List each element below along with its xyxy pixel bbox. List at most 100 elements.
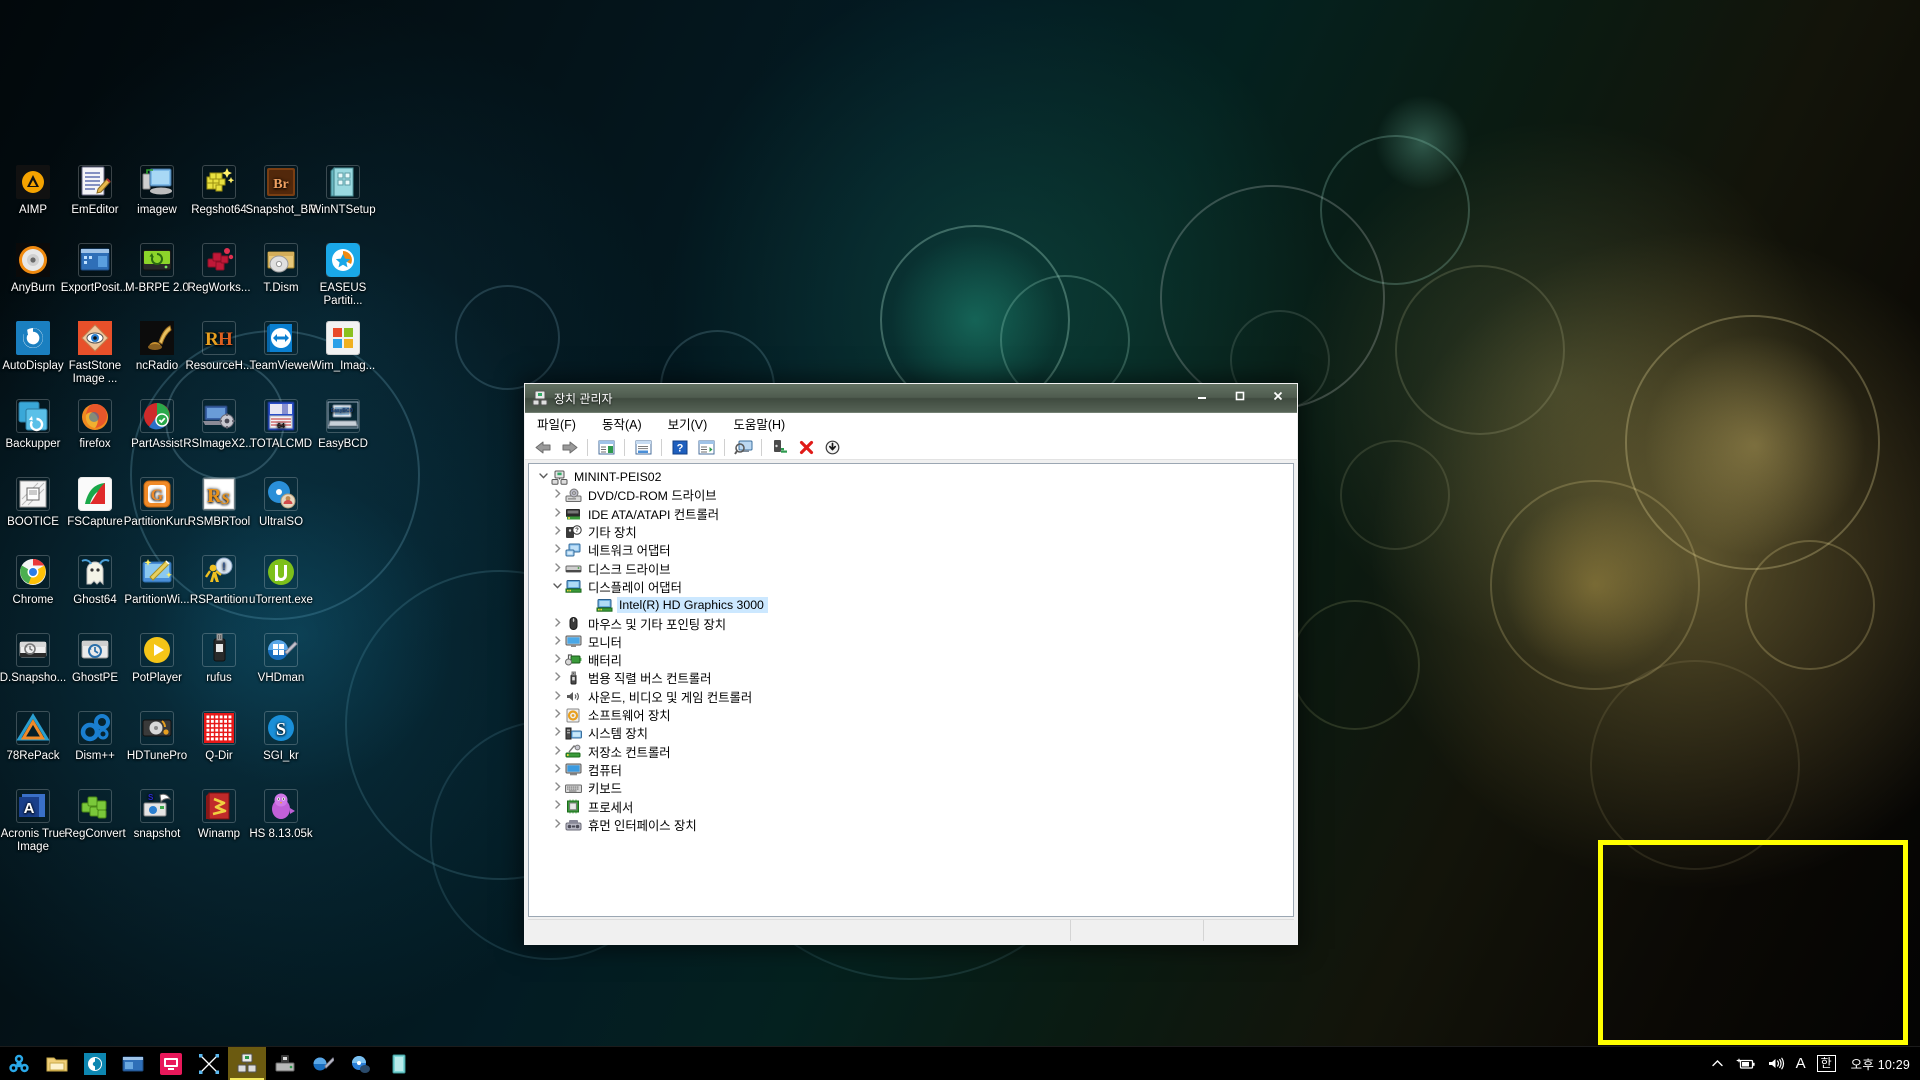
desktop-icon-ultraiso[interactable]: UltraISO xyxy=(242,477,320,529)
chevron-right-icon[interactable] xyxy=(549,617,565,631)
desktop-icon-easybcd[interactable]: EasyBCD EasyBCD xyxy=(304,399,382,451)
toolbar-separator xyxy=(661,438,662,456)
taskbar-selection-tool[interactable] xyxy=(190,1047,228,1080)
tree-node[interactable]: 디스크 드라이브 xyxy=(535,559,1293,577)
hdtunepro-icon xyxy=(140,711,174,745)
desktop-icon-utorrent[interactable]: uTorrent.exe xyxy=(242,555,320,607)
tree-node[interactable]: ? 기타 장치 xyxy=(535,523,1293,541)
tree-node[interactable]: 네트워크 어댑터 xyxy=(535,541,1293,559)
show-hide-console-tree-button[interactable] xyxy=(594,436,618,458)
desktop-icon-wim-imager[interactable]: Wim_Imag... xyxy=(304,321,382,373)
device-tree-pane[interactable]: MININT-PEIS02 DVD/CD-ROM 드라이브 IDE ATA/ATAP… xyxy=(528,463,1294,917)
taskbar-gray-device[interactable] xyxy=(266,1047,304,1080)
ime-alpha-icon[interactable]: A xyxy=(1796,1055,1806,1072)
chevron-right-icon[interactable] xyxy=(549,763,565,777)
battery-plug-icon[interactable] xyxy=(1736,1056,1756,1071)
chevron-right-icon[interactable] xyxy=(549,726,565,740)
chevron-right-icon[interactable] xyxy=(549,745,565,759)
device-tree[interactable]: MININT-PEIS02 DVD/CD-ROM 드라이브 IDE ATA/ATAP… xyxy=(529,464,1293,834)
drive-snapshot-icon xyxy=(16,633,50,667)
taskbar[interactable]: A 한 오후 10:29 xyxy=(0,1046,1920,1080)
window-toolbar[interactable]: ? xyxy=(525,435,1297,460)
tree-node[interactable]: 휴먼 인터페이스 장치 xyxy=(535,816,1293,834)
update-driver-button[interactable] xyxy=(768,436,792,458)
chevron-down-icon[interactable] xyxy=(549,580,565,594)
tree-node[interactable]: 컴퓨터 xyxy=(535,761,1293,779)
selection-handles-icon xyxy=(198,1053,220,1075)
statusbar-pane-3 xyxy=(1204,920,1294,941)
tree-node[interactable]: 디스플레이 어댑터 xyxy=(535,578,1293,596)
chevron-right-icon[interactable] xyxy=(549,562,565,576)
taskbar-pink-monitor[interactable] xyxy=(152,1047,190,1080)
taskbar-explorer[interactable] xyxy=(38,1047,76,1080)
tree-node[interactable]: 키보드 xyxy=(535,779,1293,797)
menu-help[interactable]: 도움말(H) xyxy=(731,412,795,435)
window-titlebar[interactable]: 장치 관리자 xyxy=(525,384,1297,413)
menu-view[interactable]: 보기(V) xyxy=(666,412,718,435)
taskbar-clock[interactable]: 오후 10:29 xyxy=(1847,1054,1910,1073)
tree-node[interactable]: DVD/CD-ROM 드라이브 xyxy=(535,486,1293,504)
chevron-right-icon[interactable] xyxy=(549,488,565,502)
tree-node[interactable]: 마우스 및 기타 포인팅 장치 xyxy=(535,614,1293,632)
tree-node[interactable]: 사운드, 비디오 및 게임 컨트롤러 xyxy=(535,688,1293,706)
volume-icon[interactable] xyxy=(1767,1056,1785,1071)
window-menubar[interactable]: 파일(F) 동작(A) 보기(V) 도움말(H) xyxy=(525,413,1297,435)
bokeh-ring xyxy=(1745,540,1875,670)
menu-action[interactable]: 동작(A) xyxy=(600,412,652,435)
tree-node[interactable]: 소프트웨어 장치 xyxy=(535,706,1293,724)
other-device-icon: ? xyxy=(565,524,582,540)
chevron-right-icon[interactable] xyxy=(549,671,565,685)
chevron-up-icon[interactable] xyxy=(1710,1056,1725,1071)
chevron-right-icon[interactable] xyxy=(549,525,565,539)
taskbar-blue-tool[interactable] xyxy=(304,1047,342,1080)
chevron-right-icon[interactable] xyxy=(549,635,565,649)
chevron-right-icon[interactable] xyxy=(549,653,565,667)
show-details-button[interactable] xyxy=(694,436,718,458)
desktop-icon-hs[interactable]: HS 8.13.05k xyxy=(242,789,320,841)
tree-node[interactable]: Intel(R) HD Graphics 3000 xyxy=(535,596,1293,614)
desktop-icon-easeus-partition[interactable]: EASEUS Partiti... xyxy=(304,243,382,308)
blue-tool-icon xyxy=(312,1053,335,1075)
chevron-right-icon[interactable] xyxy=(549,818,565,832)
tree-node[interactable]: 프로세서 xyxy=(535,797,1293,815)
tree-node[interactable]: IDE ATA/ATAPI 컨트롤러 xyxy=(535,505,1293,523)
chevron-right-icon[interactable] xyxy=(549,507,565,521)
chevron-right-icon[interactable] xyxy=(549,543,565,557)
maximize-button[interactable] xyxy=(1221,384,1259,407)
forward-button[interactable] xyxy=(557,436,581,458)
tree-node[interactable]: 시스템 장치 xyxy=(535,724,1293,742)
taskbar-blue-disc[interactable] xyxy=(342,1047,380,1080)
desktop-icon-winntsetup[interactable]: WinNTSetup xyxy=(304,165,382,217)
tree-node[interactable]: 배터리 xyxy=(535,651,1293,669)
chevron-right-icon[interactable] xyxy=(549,781,565,795)
taskbar-device-manager[interactable] xyxy=(228,1046,266,1080)
system-tray[interactable]: A 한 오후 10:29 xyxy=(1710,1047,1920,1080)
close-button[interactable] xyxy=(1259,384,1297,407)
regworks-icon xyxy=(202,243,236,277)
tree-node[interactable]: MININT-PEIS02 xyxy=(535,468,1293,486)
chevron-right-icon[interactable] xyxy=(549,708,565,722)
taskbar-cyan-doc[interactable] xyxy=(380,1047,418,1080)
taskbar-biohazard[interactable] xyxy=(0,1047,38,1080)
disable-device-button[interactable] xyxy=(820,436,844,458)
scan-for-hardware-changes-button[interactable] xyxy=(731,436,755,458)
help-button[interactable]: ? xyxy=(668,436,692,458)
desktop-icon-vhdman[interactable]: VHDman xyxy=(242,633,320,685)
taskbar-disc-tool[interactable] xyxy=(76,1047,114,1080)
tree-node[interactable]: 범용 직렬 버스 컨트롤러 xyxy=(535,669,1293,687)
menu-file[interactable]: 파일(F) xyxy=(535,412,586,435)
uninstall-device-button[interactable] xyxy=(794,436,818,458)
desktop-icon-sgi-kr[interactable]: S SGI_kr xyxy=(242,711,320,763)
tree-node[interactable]: 저장소 컨트롤러 xyxy=(535,742,1293,760)
device-manager-window[interactable]: 장치 관리자 파일(F) 동작(A) 보기(V) 도움말(H) ? MININT… xyxy=(524,383,1298,945)
ime-korean-icon[interactable]: 한 xyxy=(1816,1055,1836,1072)
chevron-right-icon[interactable] xyxy=(549,799,565,813)
minimize-button[interactable] xyxy=(1183,384,1221,407)
taskbar-blue-window[interactable] xyxy=(114,1047,152,1080)
tree-node[interactable]: 모니터 xyxy=(535,633,1293,651)
chevron-down-icon[interactable] xyxy=(535,470,551,484)
taskbar-buttons[interactable] xyxy=(0,1046,418,1080)
properties-button[interactable] xyxy=(631,436,655,458)
back-button[interactable] xyxy=(531,436,555,458)
chevron-right-icon[interactable] xyxy=(549,690,565,704)
